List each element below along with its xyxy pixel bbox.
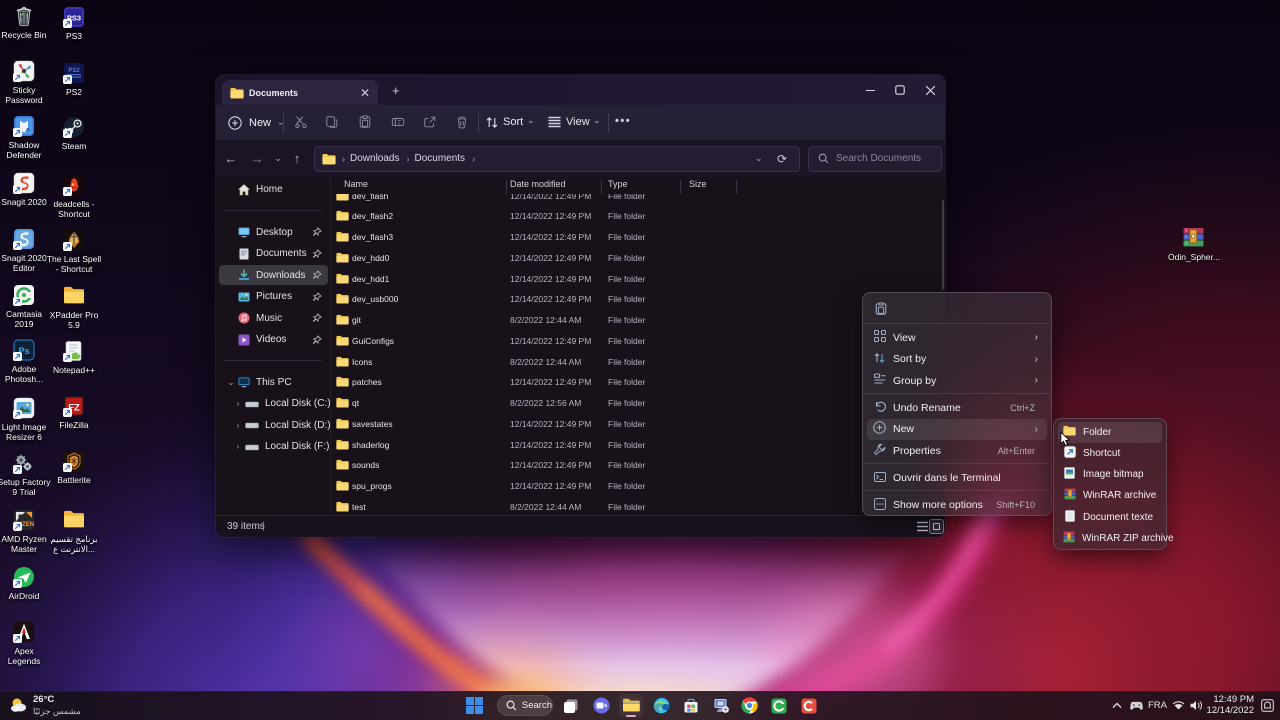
svg-text:PS2: PS2: [68, 68, 80, 74]
